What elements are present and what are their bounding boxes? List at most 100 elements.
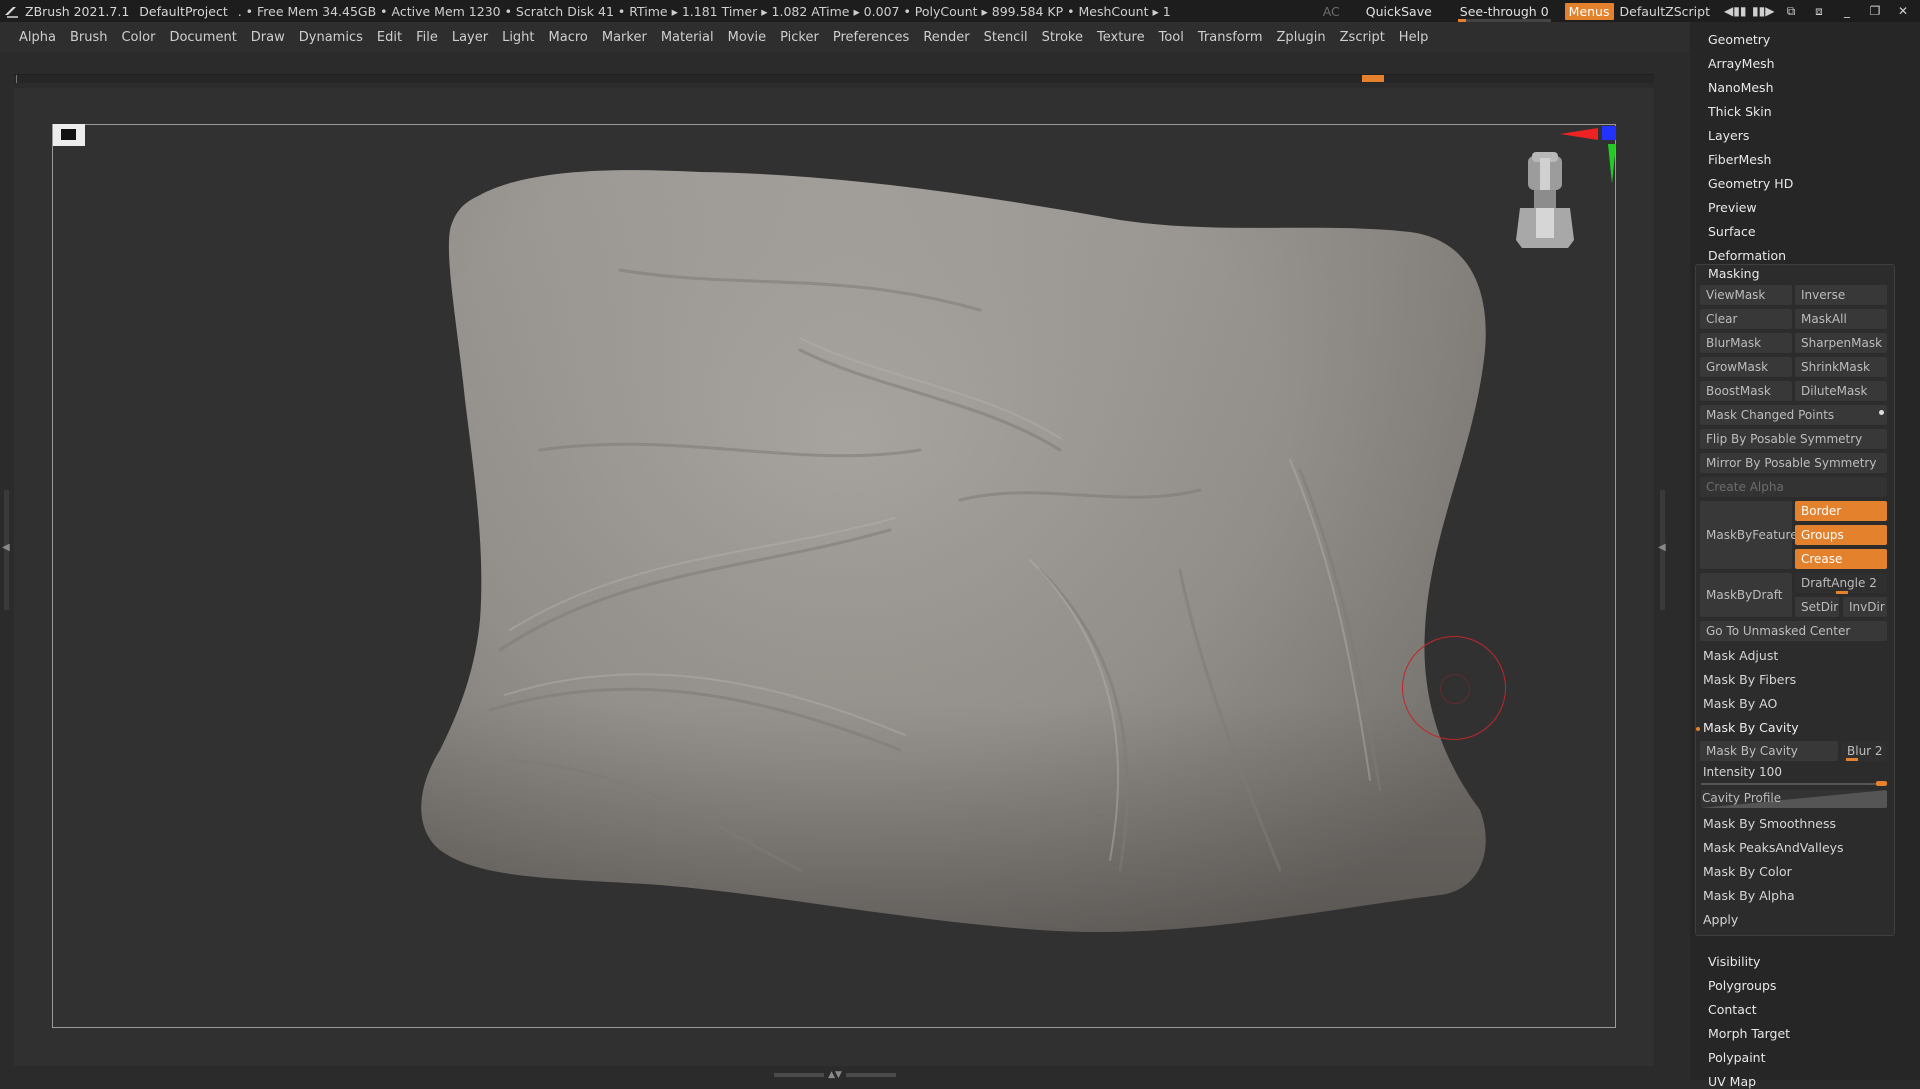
menu-draw[interactable]: Draw — [251, 30, 285, 45]
menus-toggle-button[interactable]: Menus — [1564, 2, 1614, 20]
menu-stroke[interactable]: Stroke — [1042, 30, 1083, 45]
palette-layers[interactable]: Layers — [1708, 128, 1749, 143]
menu-alpha[interactable]: Alpha — [19, 30, 56, 45]
boostmask-button[interactable]: BoostMask — [1700, 381, 1792, 401]
ac-label[interactable]: AC — [1323, 4, 1340, 19]
left-tray-arrow-icon[interactable]: ◀ — [2, 542, 10, 553]
palette-surface[interactable]: Surface — [1708, 224, 1756, 239]
restore-icon[interactable]: ❐ — [1864, 4, 1886, 18]
right-tray-arrow-icon[interactable]: ◀ — [1658, 542, 1666, 553]
menu-zplugin[interactable]: Zplugin — [1277, 30, 1326, 45]
groups-toggle[interactable]: Groups — [1795, 525, 1887, 545]
draftangle-slider-handle[interactable] — [1836, 591, 1848, 594]
menu-layer[interactable]: Layer — [452, 30, 488, 45]
menu-preferences[interactable]: Preferences — [833, 30, 909, 45]
apply-subpalette[interactable]: Apply — [1703, 912, 1738, 927]
inverse-button[interactable]: Inverse — [1795, 285, 1887, 305]
layout-swap-icon[interactable]: ⧈ — [1808, 4, 1830, 19]
menu-render[interactable]: Render — [923, 30, 969, 45]
go-to-unmasked-center-button[interactable]: Go To Unmasked Center — [1700, 621, 1887, 641]
mask-by-color-subpalette[interactable]: Mask By Color — [1703, 864, 1792, 879]
mirror-by-posable-symmetry-button[interactable]: Mirror By Posable Symmetry — [1700, 453, 1887, 473]
palette-polypaint[interactable]: Polypaint — [1708, 1050, 1766, 1065]
axis-gizmo-icon[interactable] — [1558, 122, 1622, 186]
expand-tray-icon[interactable]: ▮▮▶ — [1752, 4, 1774, 18]
clear-mask-button[interactable]: Clear — [1700, 309, 1792, 329]
menu-document[interactable]: Document — [169, 30, 236, 45]
menu-marker[interactable]: Marker — [602, 30, 647, 45]
menu-material[interactable]: Material — [661, 30, 714, 45]
menu-edit[interactable]: Edit — [377, 30, 402, 45]
palette-thick-skin[interactable]: Thick Skin — [1708, 104, 1772, 119]
mask-by-cavity-subpalette[interactable]: Mask By Cavity — [1703, 720, 1799, 735]
palette-arraymesh[interactable]: ArrayMesh — [1708, 56, 1775, 71]
border-toggle[interactable]: Border — [1795, 501, 1887, 521]
blur-slider-handle[interactable] — [1846, 758, 1858, 761]
invdir-button[interactable]: InvDir — [1843, 597, 1887, 617]
menu-texture[interactable]: Texture — [1097, 30, 1145, 45]
palette-uv-map[interactable]: UV Map — [1708, 1074, 1756, 1089]
menu-picker[interactable]: Picker — [780, 30, 819, 45]
layout-icon[interactable]: ⧉ — [1780, 4, 1802, 19]
mask-by-ao-subpalette[interactable]: Mask By AO — [1703, 696, 1777, 711]
sharpenmask-button[interactable]: SharpenMask — [1795, 333, 1887, 353]
quicksave-button[interactable]: QuickSave — [1366, 4, 1432, 19]
maskbyfeature-button[interactable]: MaskByFeature — [1700, 501, 1798, 569]
dilutemask-button[interactable]: DiluteMask — [1795, 381, 1887, 401]
menu-zscript[interactable]: Zscript — [1340, 30, 1385, 45]
cavity-profile-curve[interactable]: Cavity Profile — [1701, 790, 1887, 808]
mask-changed-points-button[interactable]: Mask Changed Points — [1700, 405, 1887, 425]
default-zscript-button[interactable]: DefaultZScript — [1620, 4, 1711, 19]
draftangle-slider[interactable]: DraftAngle 2 — [1795, 573, 1887, 593]
pillow-mesh[interactable] — [420, 150, 1510, 940]
bottom-tray-arrow-icon[interactable]: ▲▼ — [828, 1070, 842, 1080]
blurmask-button[interactable]: BlurMask — [1700, 333, 1792, 353]
create-alpha-button[interactable]: Create Alpha — [1700, 477, 1887, 497]
crease-toggle[interactable]: Crease — [1795, 549, 1887, 569]
menu-stencil[interactable]: Stencil — [984, 30, 1028, 45]
palette-contact[interactable]: Contact — [1708, 1002, 1757, 1017]
growmask-button[interactable]: GrowMask — [1700, 357, 1792, 377]
menu-movie[interactable]: Movie — [728, 30, 766, 45]
palette-preview[interactable]: Preview — [1708, 200, 1757, 215]
palette-deformation[interactable]: Deformation — [1708, 248, 1786, 263]
menu-color[interactable]: Color — [121, 30, 155, 45]
maskall-button[interactable]: MaskAll — [1795, 309, 1887, 329]
mask-by-smoothness-subpalette[interactable]: Mask By Smoothness — [1703, 816, 1836, 831]
palette-nanomesh[interactable]: NanoMesh — [1708, 80, 1774, 95]
menu-tool[interactable]: Tool — [1159, 30, 1184, 45]
mask-peaks-and-valleys-subpalette[interactable]: Mask PeaksAndValleys — [1703, 840, 1844, 855]
see-through-slider[interactable]: See-through 0 — [1456, 4, 1553, 22]
menu-file[interactable]: File — [416, 30, 438, 45]
palette-geometry-hd[interactable]: Geometry HD — [1708, 176, 1793, 191]
palette-morph-target[interactable]: Morph Target — [1708, 1026, 1790, 1041]
viewmask-button[interactable]: ViewMask — [1700, 285, 1792, 305]
shrinkmask-button[interactable]: ShrinkMask — [1795, 357, 1887, 377]
palette-geometry[interactable]: Geometry — [1708, 32, 1770, 47]
shrink-tray-icon[interactable]: ◀▮▮ — [1724, 4, 1746, 18]
intensity-slider-handle[interactable] — [1876, 781, 1887, 786]
mask-adjust-subpalette[interactable]: Mask Adjust — [1703, 648, 1778, 663]
close-icon[interactable]: ✕ — [1892, 4, 1914, 18]
palette-polygroups[interactable]: Polygroups — [1708, 978, 1776, 993]
menu-transform[interactable]: Transform — [1198, 30, 1263, 45]
flip-by-posable-symmetry-button[interactable]: Flip By Posable Symmetry — [1700, 429, 1887, 449]
palette-visibility[interactable]: Visibility — [1708, 954, 1760, 969]
masking-title[interactable]: Masking — [1708, 266, 1760, 281]
menu-help[interactable]: Help — [1399, 30, 1429, 45]
bottom-tray-handle[interactable]: ▲▼ — [770, 1070, 900, 1080]
timeline-strip[interactable] — [14, 74, 1654, 83]
maskbydraft-button[interactable]: MaskByDraft — [1700, 573, 1792, 617]
mask-by-fibers-subpalette[interactable]: Mask By Fibers — [1703, 672, 1796, 687]
palette-fibermesh[interactable]: FiberMesh — [1708, 152, 1771, 167]
menu-dynamics[interactable]: Dynamics — [299, 30, 363, 45]
project-name[interactable]: DefaultProject — [139, 4, 227, 19]
menu-brush[interactable]: Brush — [70, 30, 108, 45]
document-flag-icon[interactable] — [53, 124, 85, 146]
mask-by-alpha-subpalette[interactable]: Mask By Alpha — [1703, 888, 1795, 903]
intensity-slider[interactable] — [1701, 783, 1887, 785]
minimize-icon[interactable]: _ — [1836, 4, 1858, 18]
menu-light[interactable]: Light — [502, 30, 534, 45]
menu-macro[interactable]: Macro — [549, 30, 588, 45]
timeline-marker[interactable] — [1362, 75, 1384, 82]
